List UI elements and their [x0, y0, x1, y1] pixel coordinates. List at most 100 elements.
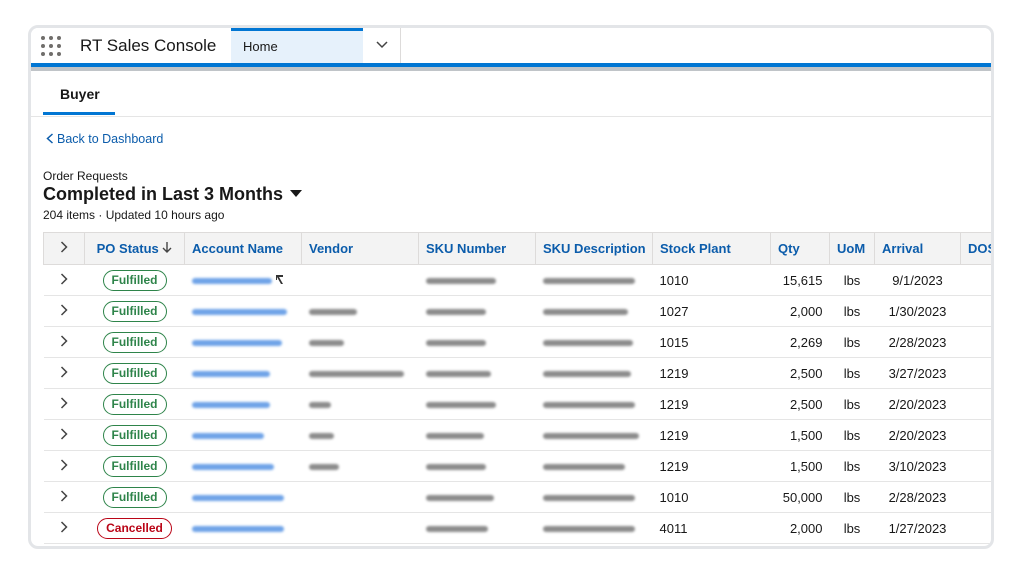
arrival-cell: 2/28/2023 [874, 326, 961, 358]
po-status-cell: Fulfilled [84, 357, 185, 389]
redacted-text [542, 371, 631, 378]
uom-cell: lbs [829, 295, 875, 327]
back-to-dashboard-link[interactable]: Back to Dashboard [46, 132, 163, 146]
row-expand-button[interactable] [43, 388, 85, 420]
tab-home[interactable]: Home [231, 28, 363, 63]
list-view-title: Completed in Last 3 Months [43, 184, 284, 204]
table-row[interactable]: Fulfilled 1219 1,500 lbs 3/10/2023 [43, 450, 991, 482]
list-view-selector[interactable]: Completed in Last 3 Months [43, 184, 303, 205]
nav-menu-button[interactable] [363, 28, 401, 63]
vendor-cell [301, 512, 419, 544]
account-name-cell[interactable] [184, 357, 302, 389]
row-expand-button[interactable] [43, 295, 85, 327]
row-expand-button[interactable] [43, 326, 85, 358]
arrival-cell: 1/27/2023 [874, 512, 961, 544]
dos-cell [960, 326, 991, 358]
tab-home-label: Home [243, 39, 278, 54]
header-vendor[interactable]: Vendor [301, 232, 419, 265]
redacted-text [308, 464, 339, 471]
header-account-name[interactable]: Account Name [184, 232, 302, 265]
table-row[interactable]: Fulfilled 1027 2,000 lbs 1/30/2023 [43, 295, 991, 327]
header-uom[interactable]: UoM [829, 232, 875, 265]
vendor-cell [301, 481, 419, 513]
account-name-cell[interactable] [184, 419, 302, 451]
account-name-cell[interactable] [184, 326, 302, 358]
row-expand-button[interactable] [43, 419, 85, 451]
chevron-right-icon [60, 365, 68, 378]
global-nav-bar: RT Sales Console Home [31, 28, 991, 67]
stock-plant-cell: 1219 [652, 388, 771, 420]
redacted-text [425, 433, 484, 440]
table-row[interactable]: Fulfilled 1010 15,615 lbs 9/1/2023 [43, 264, 991, 296]
row-expand-button[interactable] [43, 357, 85, 389]
table-header-row: PO Status Account Name Vendor SKU Number… [43, 232, 991, 265]
chevron-right-icon [60, 458, 68, 471]
chevron-right-icon [60, 520, 68, 533]
header-stock-plant[interactable]: Stock Plant [652, 232, 771, 265]
redacted-text [425, 278, 496, 285]
redacted-text [191, 402, 270, 409]
sku-description-cell [535, 295, 653, 327]
table-row[interactable]: Fulfilled 1219 2,500 lbs 3/27/2023 [43, 357, 991, 389]
row-expand-button[interactable] [43, 450, 85, 482]
redacted-text [542, 309, 628, 316]
redacted-text [191, 340, 282, 347]
account-name-cell[interactable] [184, 450, 302, 482]
status-badge: Fulfilled [102, 269, 167, 291]
table-row[interactable]: Fulfilled 1219 2,500 lbs 2/20/2023 [43, 388, 991, 420]
dos-cell [960, 481, 991, 513]
app-launcher-icon[interactable] [39, 34, 63, 58]
table-row[interactable]: Fulfilled 1219 1,500 lbs 2/20/2023 [43, 419, 991, 451]
po-status-cell: Fulfilled [84, 481, 185, 513]
header-sku-number[interactable]: SKU Number [418, 232, 536, 265]
table-row[interactable]: Fulfilled 1015 2,269 lbs 2/28/2023 [43, 326, 991, 358]
table-row[interactable]: Fulfilled 1010 50,000 lbs 2/28/2023 [43, 481, 991, 513]
po-status-cell: Fulfilled [84, 295, 185, 327]
back-link-label: Back to Dashboard [57, 132, 164, 146]
vendor-cell [301, 388, 419, 420]
tab-buyer-label: Buyer [60, 86, 100, 102]
po-status-cell: Fulfilled [84, 264, 185, 296]
header-expand[interactable] [43, 232, 85, 265]
status-badge: Fulfilled [102, 300, 167, 322]
list-meta: 204 items · Updated 10 hours ago [43, 208, 225, 222]
uom-cell: lbs [829, 357, 875, 389]
row-expand-button[interactable] [43, 481, 85, 513]
redacted-text [191, 433, 264, 440]
row-expand-button[interactable] [43, 512, 85, 544]
redacted-text [542, 402, 635, 409]
row-expand-button[interactable] [43, 264, 85, 296]
sku-description-cell [535, 419, 653, 451]
vendor-cell [301, 357, 419, 389]
header-sku-description[interactable]: SKU Description [535, 232, 653, 265]
dos-cell [960, 295, 991, 327]
sku-description-cell [535, 357, 653, 389]
redacted-text [308, 340, 344, 347]
redacted-text [542, 340, 633, 347]
vendor-cell [301, 295, 419, 327]
arrival-cell: 3/10/2023 [874, 450, 961, 482]
arrival-cell: 3/27/2023 [874, 357, 961, 389]
sku-number-cell [418, 419, 536, 451]
account-name-cell[interactable] [184, 295, 302, 327]
sku-number-cell [418, 326, 536, 358]
account-name-cell[interactable] [184, 481, 302, 513]
subtab-bar: Buyer [31, 71, 991, 117]
account-name-cell[interactable] [184, 512, 302, 544]
header-qty[interactable]: Qty [770, 232, 830, 265]
app-window: RT Sales Console Home Buyer Back to Dash… [28, 25, 994, 549]
account-name-cell[interactable] [184, 388, 302, 420]
redacted-text [425, 495, 494, 502]
header-arrival[interactable]: Arrival [874, 232, 961, 265]
arrival-cell: 2/20/2023 [874, 388, 961, 420]
table-row[interactable]: Cancelled 4011 2,000 lbs 1/27/2023 [43, 512, 991, 544]
po-status-cell: Fulfilled [84, 419, 185, 451]
sku-description-cell [535, 264, 653, 296]
tab-buyer[interactable]: Buyer [43, 71, 115, 115]
account-name-cell[interactable] [184, 264, 302, 296]
header-po-status[interactable]: PO Status [84, 232, 185, 265]
sku-number-cell [418, 357, 536, 389]
qty-cell: 1,500 [770, 450, 830, 482]
status-badge: Fulfilled [102, 424, 167, 446]
header-dos[interactable]: DOS [960, 232, 991, 265]
